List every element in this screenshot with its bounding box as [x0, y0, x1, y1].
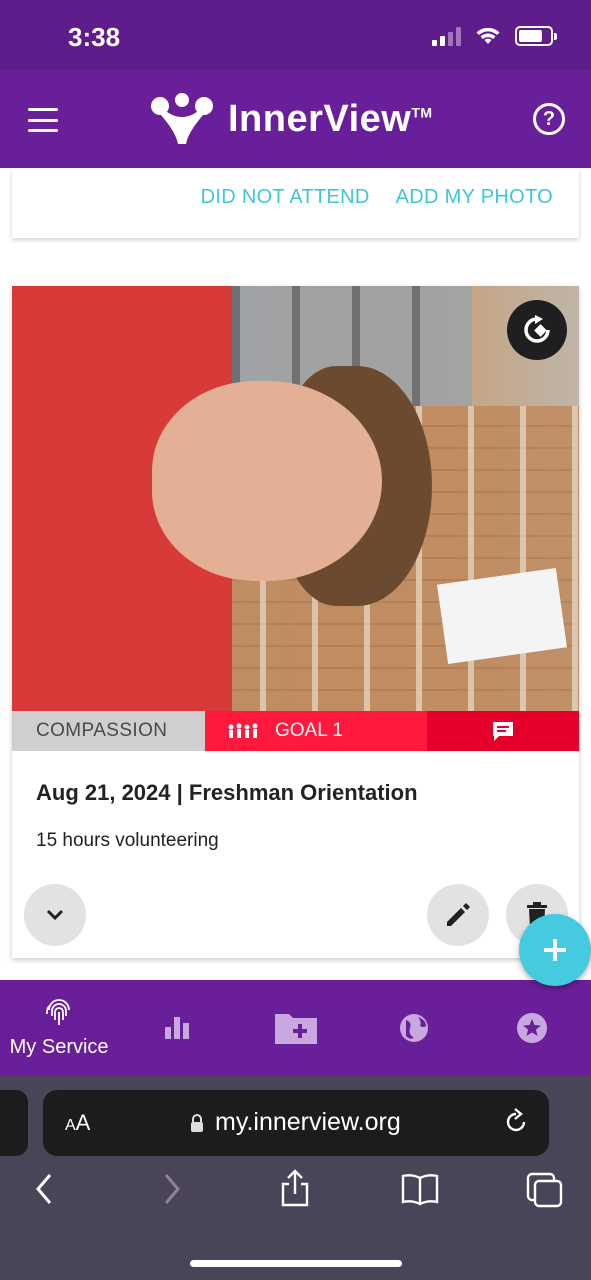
edit-button[interactable] — [427, 884, 489, 946]
service-feed: DID NOT ATTEND ADD MY PHOTO COMPASSION G… — [0, 168, 591, 980]
tabs-button[interactable] — [526, 1172, 564, 1213]
status-icons — [432, 26, 557, 46]
previous-entry-card: DID NOT ATTEND ADD MY PHOTO — [12, 168, 579, 238]
url-field[interactable]: my.innerview.org — [189, 1108, 401, 1137]
comment-button[interactable] — [427, 711, 579, 751]
forward-icon — [164, 1174, 180, 1204]
battery-icon — [515, 26, 557, 46]
fingerprint-icon — [46, 998, 70, 1025]
nav-my-service[interactable]: My Service — [0, 980, 118, 1076]
service-entry-card: COMPASSION GOAL 1 Aug 21, 2024 | Freshma… — [12, 286, 579, 958]
bottom-nav: My Service — [0, 980, 591, 1076]
previous-tab-peek[interactable] — [0, 1090, 28, 1156]
share-button[interactable] — [278, 1168, 312, 1213]
home-indicator — [190, 1260, 402, 1267]
address-bar[interactable]: AA my.innerview.org — [43, 1090, 549, 1156]
status-bar: 3:38 — [0, 0, 591, 70]
logo-text: InnerViewTM — [228, 97, 433, 140]
nav-achievements[interactable] — [473, 980, 591, 1076]
bookmarks-icon — [401, 1174, 439, 1206]
reload-icon — [506, 1108, 526, 1132]
goal-label: GOAL 1 — [275, 720, 343, 741]
category-tag: COMPASSION — [12, 711, 205, 751]
forward-button[interactable] — [162, 1172, 182, 1211]
tabs-icon — [526, 1172, 563, 1208]
browser-toolbar — [0, 1169, 591, 1222]
star-badge-icon — [516, 1013, 547, 1043]
text-size-button[interactable]: AA — [65, 1110, 90, 1136]
bookmarks-button[interactable] — [400, 1172, 440, 1211]
nav-label-my-service: My Service — [9, 1035, 109, 1058]
chevron-down-icon — [46, 909, 64, 921]
rotate-image-button[interactable] — [507, 300, 567, 360]
goal-tag[interactable]: GOAL 1 — [205, 711, 427, 751]
title-separator: | — [176, 780, 183, 805]
globe-icon — [399, 1014, 428, 1042]
previous-card-actions: DID NOT ATTEND ADD MY PHOTO — [201, 186, 553, 209]
share-icon — [281, 1169, 309, 1207]
help-circle-icon[interactable]: ? — [533, 103, 565, 135]
wifi-icon — [476, 27, 500, 44]
entry-date: Aug 21, 2024 — [36, 780, 171, 805]
cellular-signal-icon — [432, 26, 461, 46]
plus-icon — [544, 939, 566, 961]
logo-mark-icon — [151, 93, 213, 144]
people-group-icon — [228, 723, 258, 738]
add-my-photo-button[interactable]: ADD MY PHOTO — [396, 186, 553, 209]
bar-chart-icon — [165, 1017, 190, 1039]
pencil-icon — [447, 903, 470, 926]
url-text: my.innerview.org — [215, 1108, 401, 1136]
browser-chrome: AA my.innerview.org — [0, 1076, 591, 1280]
entry-event: Freshman Orientation — [188, 780, 418, 805]
lock-icon — [191, 1113, 203, 1132]
add-folder-icon — [274, 1014, 317, 1044]
expand-button[interactable] — [24, 884, 86, 946]
entry-tag-row: COMPASSION GOAL 1 — [12, 711, 579, 751]
hamburger-menu-icon[interactable] — [28, 108, 58, 132]
entry-title: Aug 21, 2024 | Freshman Orientation — [36, 780, 418, 806]
back-button[interactable] — [34, 1172, 54, 1211]
add-entry-fab[interactable] — [519, 914, 591, 986]
innerview-logo: InnerViewTM — [148, 92, 433, 146]
rotate-image-icon — [524, 315, 550, 343]
entry-photo[interactable] — [12, 286, 579, 711]
back-icon — [36, 1174, 52, 1204]
reload-button[interactable] — [503, 1108, 529, 1141]
app-header: InnerViewTM ? — [0, 70, 591, 168]
nav-add-folder[interactable] — [236, 980, 354, 1076]
entry-description: 15 hours volunteering — [36, 830, 219, 851]
nav-globe[interactable] — [355, 980, 473, 1076]
status-time: 3:38 — [68, 22, 121, 52]
nav-stats[interactable] — [118, 980, 236, 1076]
comment-icon — [493, 722, 513, 741]
did-not-attend-button[interactable]: DID NOT ATTEND — [201, 186, 370, 209]
